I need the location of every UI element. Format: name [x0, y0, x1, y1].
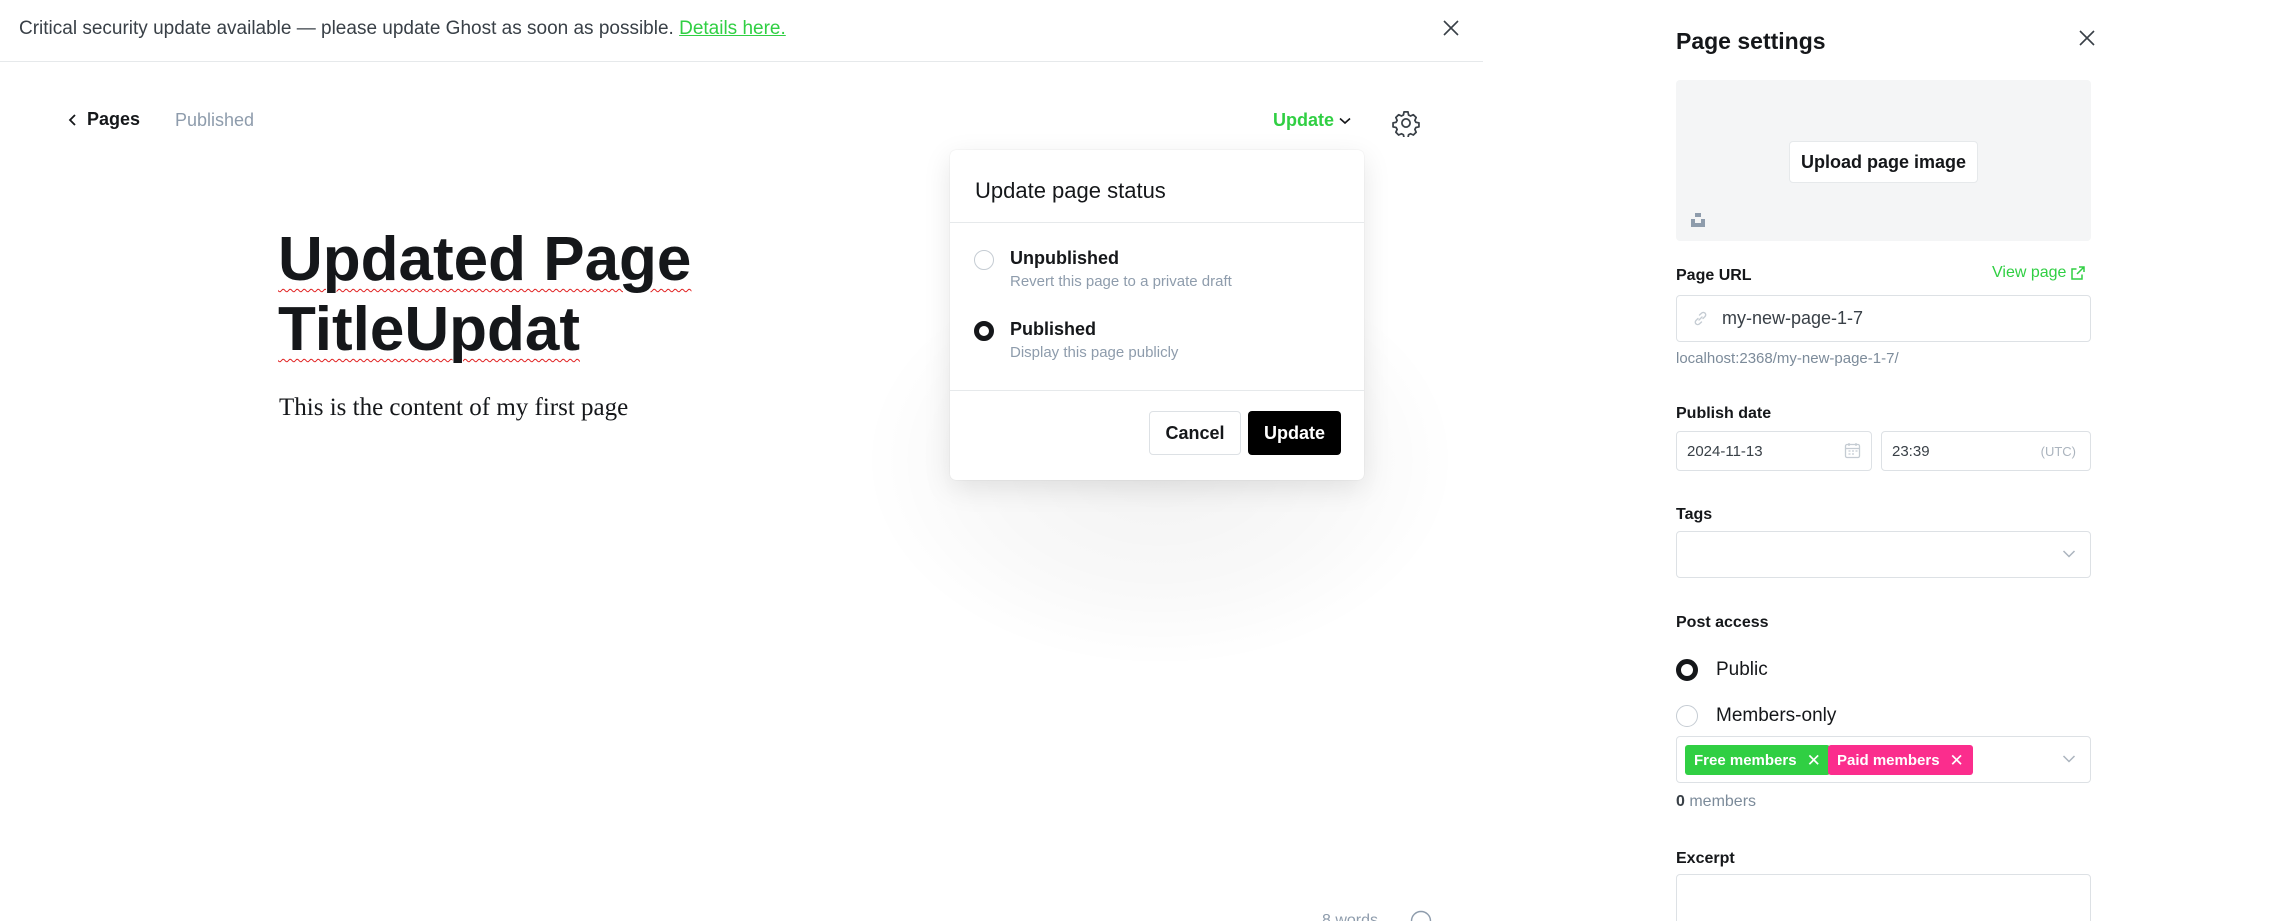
calendar-icon[interactable] — [1844, 442, 1861, 459]
security-alert-banner: Critical security update available — ple… — [0, 0, 1483, 62]
close-icon[interactable] — [2077, 28, 2097, 48]
upload-image-button[interactable]: Upload page image — [1789, 141, 1978, 183]
popover-divider — [950, 390, 1364, 391]
chevron-left-icon — [68, 113, 76, 126]
unpublished-description: Revert this page to a private draft — [1010, 273, 1232, 290]
segment-token-label: Free members — [1694, 751, 1797, 769]
segment-token-free: Free members ✕ — [1685, 745, 1830, 775]
remove-token-icon[interactable]: ✕ — [1807, 752, 1821, 769]
update-status-popover: Update page status Unpublished Revert th… — [950, 150, 1364, 480]
publish-time-value: 23:39 — [1892, 443, 1930, 460]
remove-token-icon[interactable]: ✕ — [1950, 752, 1964, 769]
access-option-members-only[interactable]: Members-only — [1676, 705, 1836, 727]
page-url-label: Page URL — [1676, 267, 1752, 284]
alert-message-text: Critical security update available — ple… — [19, 18, 674, 39]
public-label: Public — [1716, 659, 1768, 680]
excerpt-label: Excerpt — [1676, 850, 1735, 867]
unpublished-label: Unpublished — [1010, 248, 1119, 268]
popover-title: Update page status — [975, 178, 1166, 203]
update-label: Update — [1273, 110, 1335, 130]
link-icon — [1694, 311, 1707, 326]
help-icon[interactable] — [1410, 910, 1432, 921]
unpublished-radio[interactable] — [974, 250, 994, 270]
view-page-label: View page — [1992, 264, 2067, 281]
post-title[interactable]: Updated Page TitleUpdat content of the p… — [278, 225, 958, 375]
post-title-line-1: Updated Page TitleUpdat — [278, 225, 692, 364]
update-dropdown-button[interactable]: Update — [1273, 110, 1351, 131]
post-status-label: Published — [175, 110, 255, 130]
segment-token-paid: Paid members ✕ — [1828, 745, 1973, 775]
chevron-down-icon — [2062, 550, 2076, 558]
cancel-button[interactable]: Cancel — [1149, 411, 1241, 455]
access-option-public[interactable]: Public — [1676, 659, 1768, 681]
settings-title: Page settings — [1676, 28, 1826, 54]
post-title-line-2: content of the page — [278, 365, 850, 375]
published-radio[interactable] — [974, 321, 994, 341]
tags-label: Tags — [1676, 506, 1713, 523]
member-count: 0 members — [1676, 793, 1756, 811]
page-url-input[interactable]: my-new-page-1-7 — [1676, 295, 2091, 342]
gear-icon[interactable] — [1392, 109, 1420, 137]
segment-token-label: Paid members — [1837, 751, 1940, 769]
member-count-number: 0 — [1676, 793, 1685, 810]
alert-message: Critical security update available — ple… — [19, 18, 786, 40]
published-label: Published — [1010, 319, 1097, 339]
excerpt-textarea[interactable] — [1676, 874, 2091, 921]
back-to-pages-link[interactable]: Pages — [68, 109, 140, 130]
chevron-down-icon — [2062, 755, 2076, 763]
published-description: Display this page publicly — [1010, 344, 1179, 361]
post-body[interactable]: This is the content of my first page — [279, 394, 628, 422]
chevron-down-icon — [1339, 117, 1351, 124]
external-link-icon — [2071, 266, 2086, 280]
member-segment-select[interactable]: Free members ✕ Paid members ✕ — [1676, 736, 2091, 783]
publish-date-label: Publish date — [1676, 405, 1772, 422]
unsplash-icon[interactable] — [1690, 212, 1706, 228]
close-icon[interactable] — [1441, 18, 1461, 38]
post-access-label: Post access — [1676, 614, 1769, 631]
page-url-value: my-new-page-1-7 — [1722, 308, 1864, 328]
public-radio[interactable] — [1676, 659, 1698, 681]
unpublished-option[interactable]: Unpublished Revert this page to a privat… — [974, 248, 1232, 290]
member-count-suffix: members — [1684, 793, 1757, 810]
popover-divider — [950, 222, 1364, 223]
update-button[interactable]: Update — [1248, 411, 1341, 455]
publish-date-value: 2024-11-13 — [1687, 443, 1763, 460]
publish-date-input[interactable]: 2024-11-13 — [1676, 431, 1872, 471]
word-count: 8 words — [1322, 912, 1379, 921]
view-page-link[interactable]: View page — [1992, 264, 2086, 282]
timezone-label: (UTC) — [2040, 444, 2076, 459]
feature-image-dropzone[interactable]: Upload page image — [1676, 80, 2091, 241]
tags-select[interactable] — [1676, 531, 2091, 578]
members-only-label: Members-only — [1716, 705, 1837, 726]
page-url-preview: localhost:2368/my-new-page-1-7/ — [1676, 350, 1899, 367]
publish-time-input[interactable]: 23:39 (UTC) — [1881, 431, 2091, 471]
members-only-radio[interactable] — [1676, 705, 1698, 727]
alert-details-link[interactable]: Details here. — [679, 18, 786, 39]
page-settings-panel: Page settings Upload page image Page URL… — [1645, 0, 2270, 921]
published-option[interactable]: Published Display this page publicly — [974, 319, 1178, 361]
back-label: Pages — [87, 109, 141, 129]
